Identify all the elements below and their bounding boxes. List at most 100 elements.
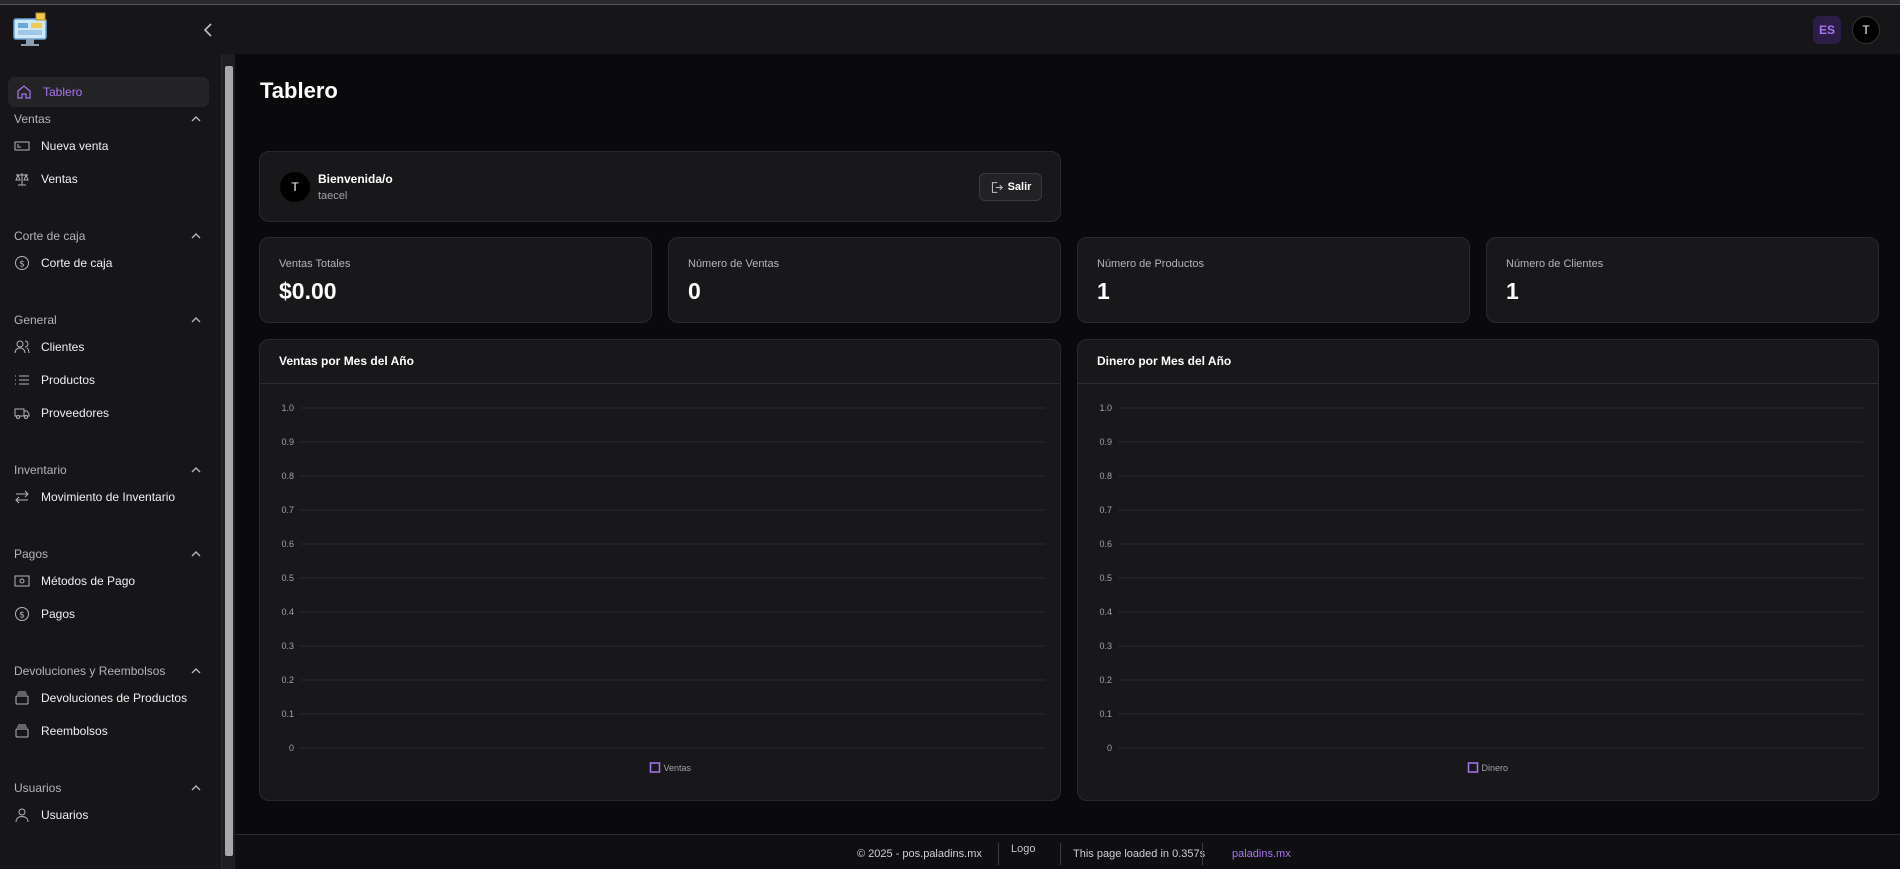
chart-card-ventas: Ventas por Mes del Año 1.0 0.9 0.8 0.7 0.6 0.… xyxy=(259,339,1061,801)
sidebar-item-clientes[interactable]: Clientes xyxy=(14,339,209,355)
sidebar-item-label: Reembolsos xyxy=(41,724,108,738)
y-tick-label: 0.4 xyxy=(281,607,294,617)
sidebar-item-proveedores[interactable]: Proveedores xyxy=(14,405,209,421)
y-tick-label: 1.0 xyxy=(1099,403,1112,413)
y-tick-label: 0.5 xyxy=(281,573,294,583)
stat-label: Ventas Totales xyxy=(279,258,351,270)
chevron-up-icon xyxy=(191,551,201,557)
divider xyxy=(998,843,999,865)
sidebar-section-inventario[interactable]: Inventario xyxy=(14,462,204,478)
dollar-circle-icon: $ xyxy=(15,256,29,270)
sidebar-item-tablero[interactable]: Tablero xyxy=(8,77,209,107)
legend-swatch xyxy=(1467,762,1479,773)
sidebar-item-label: Movimiento de Inventario xyxy=(41,490,176,504)
stat-label: Número de Ventas xyxy=(688,258,780,270)
section-title: Ventas xyxy=(14,112,51,126)
legend-swatch xyxy=(649,762,661,773)
sidebar-item-label: Corte de caja xyxy=(41,256,113,270)
section-title: Pagos xyxy=(14,547,49,561)
chart-ventas: 1.0 0.9 0.8 0.7 0.6 0.5 0.4 0.3 0.2 0.1 0 Ventas xyxy=(281,403,1045,773)
divider xyxy=(1202,843,1203,865)
y-tick-label: 0.7 xyxy=(281,505,294,515)
y-tick-label: 0 xyxy=(289,743,294,753)
sidebar-item-pagos[interactable]: $ Pagos xyxy=(14,606,209,622)
y-tick-label: 0.1 xyxy=(281,709,294,719)
y-tick-label: 0.6 xyxy=(1099,539,1112,549)
sidebar-item-usuarios[interactable]: Usuarios xyxy=(14,807,209,823)
sidebar-section-ventas[interactable]: Ventas xyxy=(14,111,204,127)
footer-load-time: This page loaded in 0.357s xyxy=(1073,848,1206,860)
welcome-title: Bienvenida/o xyxy=(318,172,393,186)
sidebar-item-corte-de-caja[interactable]: $ Corte de caja xyxy=(14,255,209,271)
sidebar-item-label: Pagos xyxy=(41,607,76,621)
footer-copyright: © 2025 - pos.paladins.mx xyxy=(857,848,982,860)
legend-label: Dinero xyxy=(1482,763,1509,773)
sidebar-scrollbar[interactable] xyxy=(221,54,235,869)
user-icon xyxy=(15,808,29,823)
logout-icon xyxy=(991,181,1003,193)
sidebar-item-movimiento-de-inventario[interactable]: Movimiento de Inventario xyxy=(14,489,209,505)
sidebar-section-pagos[interactable]: Pagos xyxy=(14,546,204,562)
y-tick-label: 0.9 xyxy=(1099,437,1112,447)
section-title: Usuarios xyxy=(14,781,62,795)
sidebar-section-usuarios[interactable]: Usuarios xyxy=(14,780,204,796)
svg-text:$: $ xyxy=(19,260,25,270)
stat-label: Número de Clientes xyxy=(1506,258,1604,270)
sidebar-section-devoluciones[interactable]: Devoluciones y Reembolsos xyxy=(14,663,204,679)
sidebar-item-metodos-de-pago[interactable]: Métodos de Pago xyxy=(14,573,209,589)
y-tick-label: 0.2 xyxy=(281,675,294,685)
sidebar-item-label: Productos xyxy=(41,373,96,387)
footer-link[interactable]: paladins.mx xyxy=(1232,848,1291,860)
welcome-card: T Bienvenida/o taecel Salir xyxy=(259,151,1061,222)
chevron-up-icon xyxy=(191,233,201,239)
arrows-icon xyxy=(15,490,29,504)
sidebar-item-devoluciones-de-productos[interactable]: Devoluciones de Productos xyxy=(14,690,209,706)
user-avatar[interactable]: T xyxy=(1852,16,1880,44)
box-icon xyxy=(15,724,29,738)
chevron-up-icon xyxy=(191,116,201,122)
y-tick-label: 0.5 xyxy=(1099,573,1112,583)
collapse-sidebar-icon[interactable] xyxy=(200,21,218,39)
section-title: Devoluciones y Reembolsos xyxy=(14,664,166,678)
sidebar-item-label: Nueva venta xyxy=(41,139,109,153)
home-icon xyxy=(17,85,31,99)
sidebar-item-productos[interactable]: Productos xyxy=(14,372,209,388)
scrollbar-thumb[interactable] xyxy=(225,66,233,856)
avatar: T xyxy=(280,172,310,202)
sidebar-item-nueva-venta[interactable]: Nueva venta xyxy=(14,138,209,154)
language-switch[interactable]: ES xyxy=(1813,16,1841,44)
sidebar-section-general[interactable]: General xyxy=(14,312,204,328)
stat-card-numero-de-ventas: Número de Ventas 0 xyxy=(668,237,1061,323)
sidebar-item-ventas[interactable]: Ventas xyxy=(14,171,209,187)
chart-card-dinero: Dinero por Mes del Año 1.0 0.9 0.8 0.7 0.6 0.… xyxy=(1077,339,1879,801)
chevron-up-icon xyxy=(191,317,201,323)
section-title: General xyxy=(14,313,57,327)
stat-label: Número de Productos xyxy=(1097,258,1204,270)
y-tick-label: 0.9 xyxy=(281,437,294,447)
legend-label: Ventas xyxy=(664,763,692,773)
sidebar-item-label: Usuarios xyxy=(41,808,89,822)
y-tick-label: 0.6 xyxy=(281,539,294,549)
logout-button[interactable]: Salir xyxy=(979,173,1042,201)
stat-value: 0 xyxy=(688,278,701,304)
users-icon xyxy=(14,340,30,354)
stat-value: 1 xyxy=(1097,278,1110,304)
chevron-up-icon xyxy=(191,467,201,473)
y-tick-label: 0.3 xyxy=(1099,641,1112,651)
sidebar-item-reembolsos[interactable]: Reembolsos xyxy=(14,723,209,739)
chart-title: Dinero por Mes del Año xyxy=(1097,354,1232,368)
app-logo-icon[interactable] xyxy=(12,11,50,49)
welcome-username: taecel xyxy=(318,190,348,202)
y-tick-label: 0.3 xyxy=(281,641,294,651)
sidebar-item-label: Clientes xyxy=(41,340,85,354)
footer-logo-alt: Logo xyxy=(1011,843,1036,855)
sidebar-section-corte-de-caja[interactable]: Corte de caja xyxy=(14,228,204,244)
truck-icon xyxy=(14,408,30,419)
y-tick-label: 0.7 xyxy=(1099,505,1112,515)
section-title: Corte de caja xyxy=(14,229,86,243)
sidebar-item-label: Métodos de Pago xyxy=(41,574,136,588)
footer: © 2025 - pos.paladins.mx Logo This page … xyxy=(235,834,1900,869)
sidebar-item-label: Tablero xyxy=(43,85,83,99)
sidebar-item-label: Proveedores xyxy=(41,406,110,420)
page-title: Tablero xyxy=(260,78,338,103)
